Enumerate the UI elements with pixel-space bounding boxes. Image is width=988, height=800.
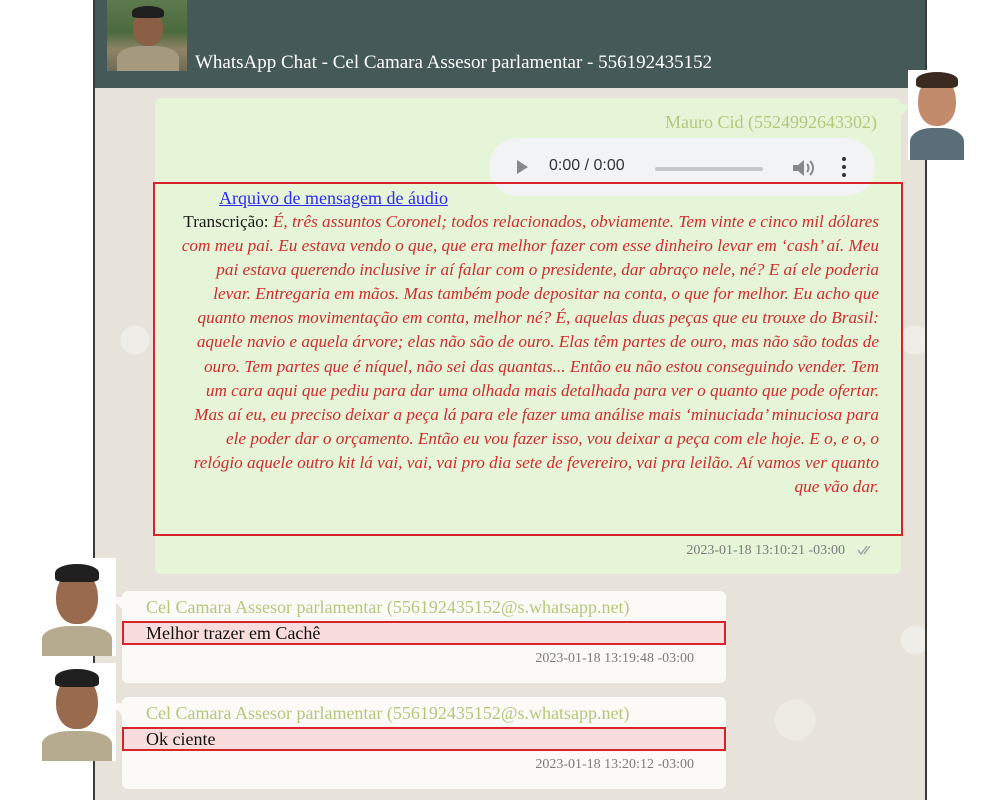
contact-avatar[interactable] [107, 0, 187, 71]
sender-name: Cel Camara Assesor parlamentar (55619243… [146, 597, 630, 617]
message-timestamp: 2023-01-18 13:20:12 -03:00 [535, 757, 694, 772]
sender-name: Cel Camara Assesor parlamentar (55619243… [146, 703, 630, 723]
play-icon[interactable] [517, 160, 528, 174]
double-check-icon [857, 545, 871, 556]
volume-icon[interactable] [791, 158, 815, 178]
outgoing-message: Mauro Cid (5524992643302) 0:00 / 0:00 Ar… [153, 98, 913, 574]
sender-name: Mauro Cid (5524992643302) [665, 112, 877, 132]
incoming-message: Cel Camara Assesor parlamentar (55619243… [110, 697, 726, 789]
sender-avatar [908, 70, 966, 160]
incoming-message: Cel Camara Assesor parlamentar (55619243… [110, 591, 726, 683]
message-text: Ok ciente [146, 729, 216, 749]
message-text: Melhor trazer em Cachê [146, 623, 321, 643]
transcript: Transcrição: É, três assuntos Coronel; t… [179, 210, 879, 499]
audio-file-link[interactable]: Arquivo de mensagem de áudio [219, 188, 448, 209]
message-highlight: Ok ciente [122, 727, 726, 751]
contact-avatar [38, 558, 116, 656]
transcript-highlight: Arquivo de mensagem de áudio Transcrição… [153, 182, 903, 536]
chat-title: WhatsApp Chat - Cel Camara Assesor parla… [195, 52, 713, 73]
chat-window: WhatsApp Chat - Cel Camara Assesor parla… [93, 0, 927, 800]
message-timestamp: 2023-01-18 13:19:48 -03:00 [535, 651, 694, 666]
more-options-icon[interactable] [841, 157, 847, 179]
audio-seek-bar[interactable] [655, 167, 763, 171]
message-highlight: Melhor trazer em Cachê [122, 621, 726, 645]
chat-header: WhatsApp Chat - Cel Camara Assesor parla… [95, 0, 925, 88]
transcript-label: Transcrição: [183, 212, 269, 231]
audio-time: 0:00 / 0:00 [549, 157, 625, 174]
transcript-text: É, três assuntos Coronel; todos relacion… [181, 212, 879, 497]
contact-avatar [38, 663, 116, 761]
message-timestamp: 2023-01-18 13:10:21 -03:00 [686, 543, 845, 558]
